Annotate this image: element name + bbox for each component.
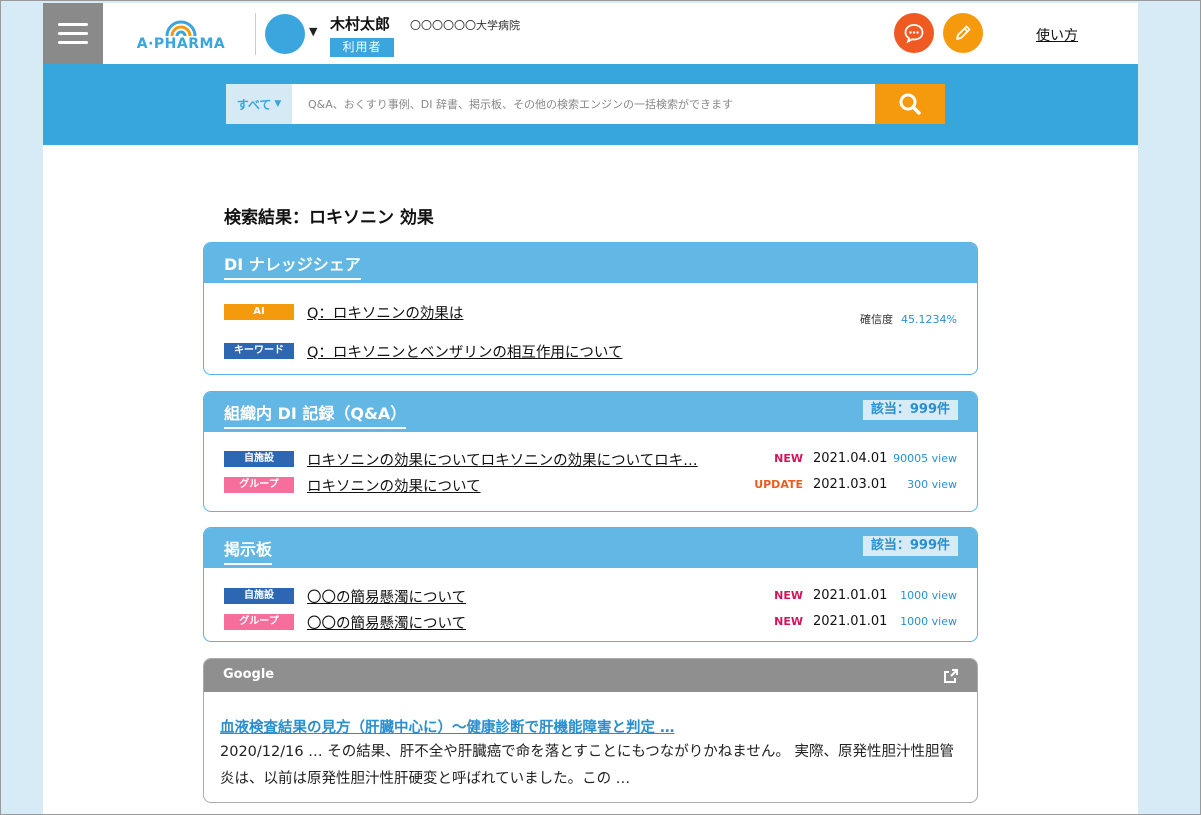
menu-line [58,23,88,26]
list-item: 自施設 ロキソニンの効果についてロキソニンの効果についてロキ… NEW 2021… [224,449,957,469]
item-meta: NEW 2021.01.01 1000 view [773,588,957,603]
list-item: 自施設 〇〇の簡易懸濁について NEW 2021.01.01 1000 view [224,586,957,606]
caret-down-icon[interactable]: ▼ [309,25,317,38]
item-meta: NEW 2021.01.01 1000 view [773,614,957,629]
search-input[interactable] [292,84,875,124]
caret-down-icon: ▼ [274,99,282,109]
card-header: DI ナレッジシェア [204,243,977,283]
item-meta: NEW 2021.04.01 90005 view [773,451,957,466]
confidence-value: 45.1234% [901,313,957,326]
view-count: 300 view [907,478,957,491]
item-date: 2021.01.01 [813,614,888,629]
tag-keyword: キーワード [224,343,294,359]
tag-ai: AI [224,304,294,320]
tag-own-facility: 自施設 [224,588,294,604]
list-item: グループ ロキソニンの効果について UPDATE 2021.03.01 300 … [224,475,957,495]
chat-button[interactable] [894,13,934,53]
avatar[interactable] [265,14,305,54]
org-di-card: 組織内 DI 記録（Q&A） 該当：999件 自施設 ロキソニンの効果についてロ… [203,391,978,512]
confidence: 確信度 45.1234% [860,311,957,327]
app-logo[interactable]: A·PHARMA [135,12,227,56]
confidence-label: 確信度 [860,313,894,326]
result-link[interactable]: Q：ロキソニンとベンザリンの相互作用について [307,341,622,362]
tag-own-facility: 自施設 [224,451,294,467]
search-icon [899,93,921,115]
chat-bubble-icon [904,24,924,44]
menu-line [58,41,88,44]
results-title: 検索結果：ロキソニン 効果 [224,208,434,228]
card-title: 掲示板 [224,536,273,565]
view-count: 1000 view [900,615,957,628]
result-link[interactable]: ロキソニンの効果について [307,475,481,496]
view-count: 1000 view [900,589,957,602]
new-badge: NEW [774,589,803,602]
card-title: DI ナレッジシェア [224,251,361,280]
card-title: Google [223,667,275,682]
help-link[interactable]: 使い方 [1036,25,1078,45]
logo-text: A·PHARMA [136,36,226,52]
card-header: 組織内 DI 記録（Q&A） 該当：999件 [204,392,977,432]
di-share-card: DI ナレッジシェア AI Q：ロキソニンの効果は 確信度 45.1234% キ… [203,242,978,375]
hamburger-menu-button[interactable] [43,3,103,64]
top-header: A·PHARMA ▼ 木村太郎 〇〇〇〇〇〇大学病院 利用者 使い方 [43,3,1138,64]
user-role-badge: 利用者 [330,38,394,57]
search-button[interactable] [875,84,945,124]
list-item: グループ 〇〇の簡易懸濁について NEW 2021.01.01 1000 vie… [224,612,957,632]
google-result-link[interactable]: 血液検査結果の見方（肝臓中心に）～健康診断で肝機能障害と判定 … [220,716,675,737]
header-divider [255,13,256,55]
search-scope-dropdown[interactable]: すべて ▼ [226,84,292,124]
bulletin-board-card: 掲示板 該当：999件 自施設 〇〇の簡易懸濁について NEW 2021.01.… [203,527,978,642]
list-item: キーワード Q：ロキソニンとベンザリンの相互作用について [224,341,957,361]
menu-line [58,32,88,35]
page-container: A·PHARMA ▼ 木村太郎 〇〇〇〇〇〇大学病院 利用者 使い方 すべて ▼… [43,3,1138,815]
new-badge: NEW [774,452,803,465]
list-item: AI Q：ロキソニンの効果は 確信度 45.1234% [224,302,957,326]
tag-group: グループ [224,614,294,630]
card-header: Google [204,659,977,692]
pencil-icon [956,25,971,40]
card-title: 組織内 DI 記録（Q&A） [224,400,407,429]
hit-count-badge: 該当：999件 [862,400,958,420]
item-date: 2021.03.01 [813,477,888,492]
result-link[interactable]: 〇〇の簡易懸濁について [307,586,466,607]
update-badge: UPDATE [754,478,803,491]
result-link[interactable]: ロキソニンの効果についてロキソニンの効果についてロキ… [307,449,747,470]
user-hospital: 〇〇〇〇〇〇大学病院 [410,19,520,32]
card-header: 掲示板 該当：999件 [204,528,977,568]
result-link[interactable]: 〇〇の簡易懸濁について [307,612,466,633]
search-scope-label: すべて [236,97,272,112]
item-date: 2021.04.01 [813,451,888,466]
edit-button[interactable] [943,13,983,53]
result-link[interactable]: Q：ロキソニンの効果は [307,302,463,323]
user-name: 木村太郎 [330,15,391,33]
hit-count-badge: 該当：999件 [862,536,958,556]
google-results-card: Google 血液検査結果の見方（肝臓中心に）～健康診断で肝機能障害と判定 … … [203,658,978,803]
signal-icon [165,20,197,37]
item-meta: UPDATE 2021.03.01 300 view [753,477,957,492]
google-result-snippet: 2020/12/16 … その結果、肝不全や肝臓癌で命を落とすことにもつながりか… [220,744,954,787]
view-count: 90005 view [893,452,957,465]
search-bar: すべて ▼ [43,64,1138,145]
new-badge: NEW [774,615,803,628]
external-link-icon[interactable] [943,668,959,688]
item-date: 2021.01.01 [813,588,888,603]
tag-group: グループ [224,477,294,493]
